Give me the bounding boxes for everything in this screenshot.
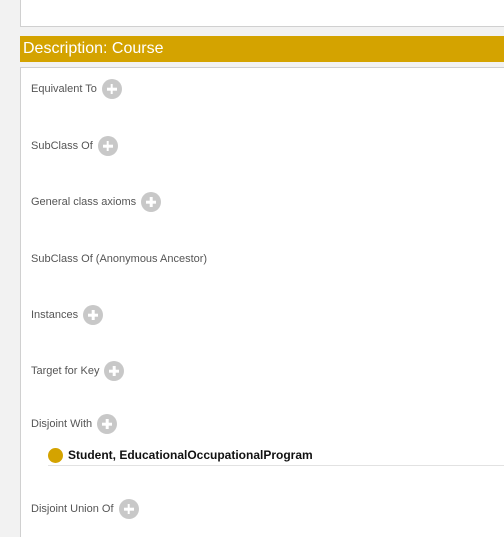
section-label: Equivalent To (31, 83, 97, 95)
section-disjoint-with: Disjoint With (31, 413, 118, 435)
description-body: Equivalent To SubClass Of General class … (20, 67, 504, 537)
add-subclass-of-button[interactable] (97, 136, 118, 156)
section-label: Target for Key (31, 365, 100, 377)
section-label: Disjoint With (31, 418, 93, 430)
section-label: Instances (31, 309, 79, 321)
left-rail (0, 0, 12, 537)
add-instances-button[interactable] (83, 305, 104, 325)
section-subclass-of: SubClass Of (31, 135, 118, 157)
add-equivalent-to-button[interactable] (101, 79, 122, 99)
add-disjoint-union-of-button[interactable] (118, 499, 139, 519)
add-target-for-key-button[interactable] (104, 361, 125, 381)
section-label: General class axioms (31, 196, 137, 208)
section-instances: Instances (31, 304, 104, 326)
section-disjoint-union-of: Disjoint Union Of (31, 498, 139, 520)
description-header: Description: Course (20, 36, 504, 62)
description-title: Description: Course (23, 40, 164, 57)
class-circle-icon (48, 447, 63, 463)
section-equivalent-to: Equivalent To (31, 78, 122, 100)
disjoint-with-entry-text: Student, EducationalOccupationalProgram (68, 448, 313, 462)
section-label: SubClass Of (Anonymous Ancestor) (31, 253, 208, 265)
section-general-class-axioms: General class axioms (31, 191, 162, 213)
add-general-class-axioms-button[interactable] (141, 192, 162, 212)
add-disjoint-with-button[interactable] (97, 414, 118, 434)
section-label: SubClass Of (31, 140, 93, 152)
section-subclass-of-anonymous-ancestor: SubClass Of (Anonymous Ancestor) (31, 248, 207, 270)
section-label: Disjoint Union Of (31, 503, 114, 515)
disjoint-with-entry[interactable]: Student, EducationalOccupationalProgram (48, 445, 504, 466)
section-target-for-key: Target for Key (31, 360, 125, 382)
top-panel (20, 0, 504, 27)
